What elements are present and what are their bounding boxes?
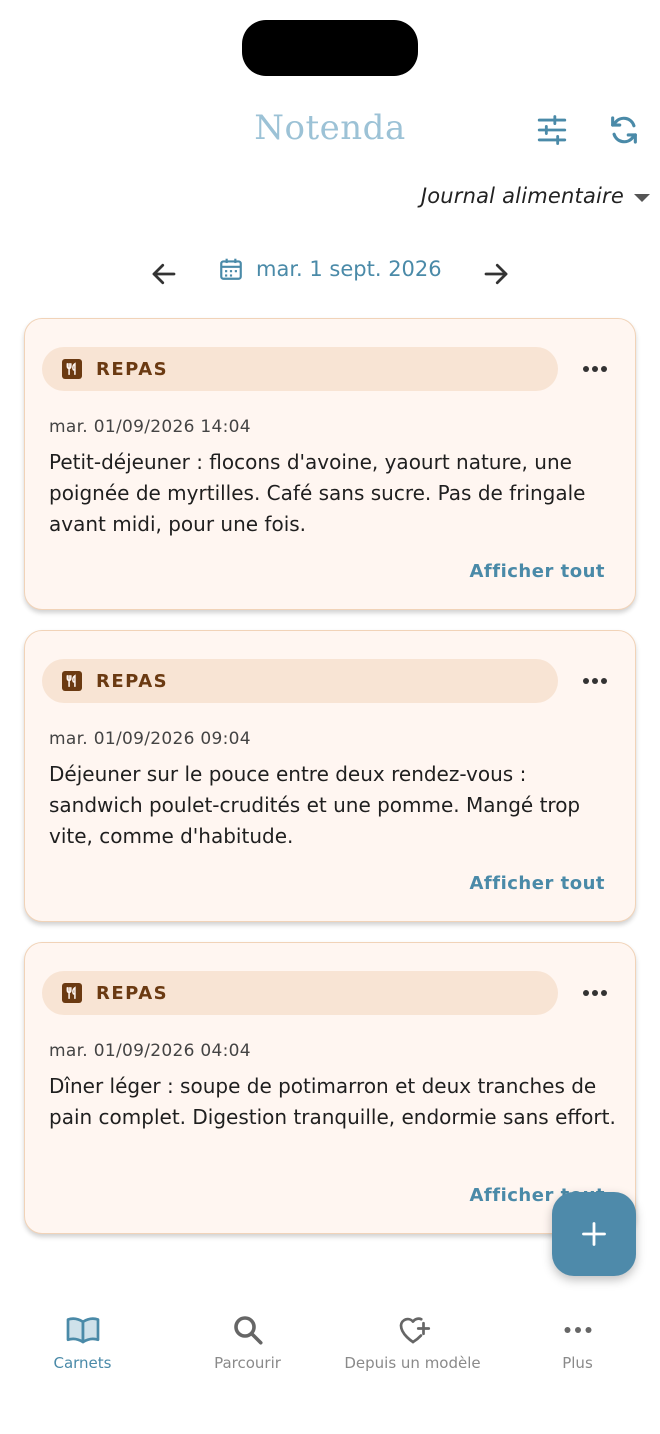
nav-item-plus[interactable]: Plus (495, 1300, 660, 1390)
entry-text: Petit-déjeuner : flocons d'avoine, yaour… (49, 450, 586, 536)
show-all-button[interactable]: Afficher tout (470, 873, 606, 894)
category-tag: REPAS (42, 347, 558, 391)
refresh-button[interactable] (602, 108, 646, 152)
more-horizontal-icon (583, 990, 607, 996)
category-label: REPAS (96, 982, 169, 1004)
next-day-button[interactable] (472, 250, 520, 298)
heart-plus-icon (399, 1317, 430, 1344)
nav-item-parcourir[interactable]: Parcourir (165, 1300, 330, 1390)
arrow-right-icon (484, 263, 508, 285)
book-open-icon (66, 1317, 99, 1344)
category-label: REPAS (96, 358, 169, 380)
search-icon (233, 1316, 263, 1345)
fork-knife-icon (62, 671, 82, 691)
fork-knife-icon (62, 983, 82, 1003)
add-entry-button[interactable] (552, 1192, 636, 1276)
entry-card[interactable]: REPAS mar. 01/09/2026 04:04 Dîner léger … (24, 942, 636, 1234)
entry-menu-button[interactable] (575, 351, 615, 387)
nav-label: Carnets (53, 1354, 112, 1372)
arrow-left-icon (152, 263, 176, 285)
more-horizontal-icon (583, 678, 607, 684)
fork-knife-icon (62, 359, 82, 379)
more-horizontal-icon (583, 366, 607, 372)
sliders-icon (537, 115, 567, 145)
calendar-icon (220, 258, 242, 280)
entry-timestamp: mar. 01/09/2026 14:04 (49, 417, 251, 437)
date-picker-button[interactable]: mar. 1 sept. 2026 (218, 256, 442, 282)
entry-timestamp: mar. 01/09/2026 04:04 (49, 1041, 251, 1061)
more-horizontal-icon (564, 1327, 591, 1333)
nav-item-depuis-un-modele[interactable]: Depuis un modèle (330, 1300, 495, 1390)
bottom-navigation: Carnets Parcourir Depuis un modèle Plus (0, 1300, 660, 1390)
show-all-button[interactable]: Afficher tout (470, 561, 606, 582)
date-navigation: mar. 1 sept. 2026 (0, 250, 660, 298)
current-date: mar. 1 sept. 2026 (256, 257, 442, 281)
category-tag: REPAS (42, 971, 558, 1015)
camera-notch (242, 20, 418, 76)
entry-card[interactable]: REPAS mar. 01/09/2026 14:04 Petit-déjeun… (24, 318, 636, 610)
refresh-icon (611, 116, 637, 144)
filter-button[interactable] (530, 108, 574, 152)
category-label: REPAS (96, 670, 169, 692)
entry-menu-button[interactable] (575, 663, 615, 699)
caret-down-icon (634, 194, 650, 202)
journal-selector-label: Journal alimentaire (420, 184, 624, 208)
nav-label: Parcourir (214, 1354, 281, 1372)
nav-label: Depuis un modèle (344, 1354, 481, 1372)
entry-text: Dîner léger : soupe de potimarron et deu… (49, 1074, 616, 1129)
nav-label: Plus (562, 1354, 593, 1372)
nav-item-carnets[interactable]: Carnets (0, 1300, 165, 1390)
previous-day-button[interactable] (140, 250, 188, 298)
entry-card[interactable]: REPAS mar. 01/09/2026 09:04 Déjeuner sur… (24, 630, 636, 922)
entry-text: Déjeuner sur le pouce entre deux rendez-… (49, 762, 581, 848)
plus-icon (582, 1222, 606, 1246)
entry-timestamp: mar. 01/09/2026 09:04 (49, 729, 251, 749)
entry-menu-button[interactable] (575, 975, 615, 1011)
journal-selector[interactable]: Journal alimentaire (421, 184, 650, 208)
category-tag: REPAS (42, 659, 558, 703)
